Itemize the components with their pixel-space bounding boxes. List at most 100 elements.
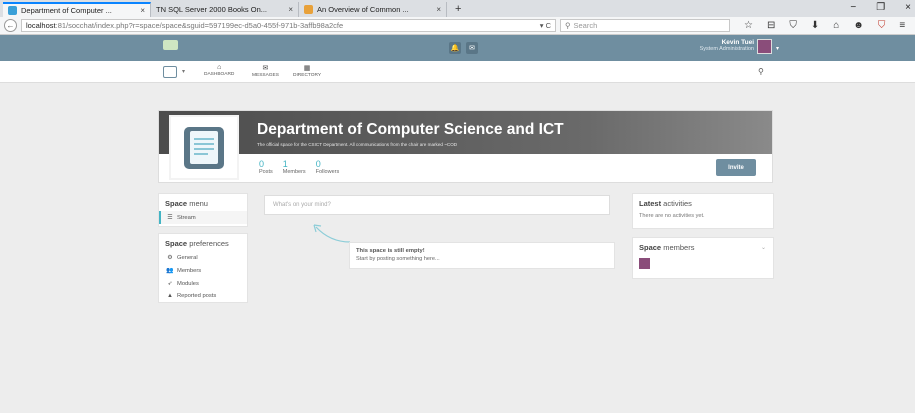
close-tab-icon[interactable]: × xyxy=(288,5,293,14)
dashboard-icon: ⌂ xyxy=(217,64,222,71)
nav-directory[interactable]: ▦ Directory xyxy=(293,64,321,78)
post-input[interactable]: What's on your mind? xyxy=(264,195,610,215)
invite-button[interactable]: Invite xyxy=(716,159,756,176)
emoji-icon[interactable]: ☻ xyxy=(853,20,864,31)
menu-item-label: Modules xyxy=(177,280,199,287)
curved-arrow-icon xyxy=(313,224,351,243)
browser-tab-2[interactable]: TN SQL Server 2000 Books On... × xyxy=(151,2,299,17)
notification-icon[interactable]: 🔔 xyxy=(449,42,461,54)
panel-title: Space members xyxy=(639,243,695,252)
browser-tab-bar: Department of Computer ... × TN SQL Serv… xyxy=(0,0,915,17)
browser-tab-1[interactable]: Department of Computer ... × xyxy=(3,2,151,17)
search-icon: ⚲ xyxy=(565,21,571,30)
close-tab-icon[interactable]: × xyxy=(140,6,145,15)
window-controls: − ❐ × xyxy=(850,2,911,13)
menu-icon[interactable]: ≡ xyxy=(899,20,905,31)
panel-title: Latest activities xyxy=(639,199,692,208)
close-tab-icon[interactable]: × xyxy=(436,5,441,14)
menu-item-members[interactable]: 👥 Members xyxy=(159,264,247,277)
pocket-icon[interactable]: ⛉ xyxy=(789,20,797,31)
space-title: Department of Computer Science and ICT xyxy=(257,121,564,138)
directory-icon: ▦ xyxy=(303,65,311,72)
menu-item-label: General xyxy=(177,254,198,261)
shield-icon[interactable]: ⛉ xyxy=(878,20,886,31)
empty-text: Start by posting something here... xyxy=(356,256,440,262)
stat-number: 0 xyxy=(259,159,265,169)
browser-search-placeholder: Search xyxy=(573,21,598,30)
space-menu-panel: Space menu ☰ Stream xyxy=(158,193,248,227)
new-tab-button[interactable]: + xyxy=(447,2,469,17)
user-role: System Administration xyxy=(699,46,754,52)
reader-icon[interactable]: ⊟ xyxy=(767,20,775,31)
space-subtitle: The official space for the CSICT Departm… xyxy=(257,142,458,147)
gear-icon: ⚙ xyxy=(167,255,173,261)
menu-item-reported-posts[interactable]: ▲ Reported posts xyxy=(159,290,247,302)
url-host: localhost xyxy=(26,21,56,30)
tab-label: An Overview of Common ... xyxy=(317,5,409,14)
chevron-down-icon[interactable]: ▾ xyxy=(182,68,185,75)
app-top-bar: 🔔 ✉ Kevin Tuei System Administration ▾ xyxy=(0,35,915,61)
address-bar[interactable]: localhost:81/socchat/index.php?r=space/s… xyxy=(21,19,556,32)
user-menu-caret-icon[interactable]: ▾ xyxy=(776,45,779,52)
nav-label: Messages xyxy=(252,73,279,78)
maximize-icon[interactable]: ❐ xyxy=(876,2,885,13)
users-icon: 👥 xyxy=(166,268,174,274)
back-button[interactable]: ← xyxy=(4,19,17,32)
app-logo[interactable] xyxy=(163,40,178,50)
envelope-icon: ✉ xyxy=(262,65,269,72)
warning-icon: ▲ xyxy=(167,293,173,299)
latest-activities-panel: Latest activities There are no activitie… xyxy=(632,193,774,229)
panel-title: Space menu xyxy=(165,199,208,208)
top-bar-icons: 🔔 ✉ xyxy=(449,42,478,54)
search-icon[interactable]: ⚲ xyxy=(758,67,764,76)
stat-label: Members xyxy=(282,169,306,175)
collapse-icon[interactable]: ⌄ xyxy=(761,244,766,251)
space-preferences-panel: Space preferences ⚙ General 👥 Members ➶ … xyxy=(158,233,248,303)
browser-toolbar-icons: ☆ ⊟ ⛉ ⬇ ⌂ ☻ ⛉ ≡ xyxy=(744,20,905,31)
empty-title: This space is still empty! xyxy=(356,248,425,254)
close-window-icon[interactable]: × xyxy=(905,2,911,13)
menu-item-stream[interactable]: ☰ Stream xyxy=(159,211,247,224)
stat-posts[interactable]: 0 Posts xyxy=(259,159,273,175)
space-members-panel: Space members ⌄ xyxy=(632,237,774,279)
stat-label: Posts xyxy=(259,169,273,175)
menu-item-modules[interactable]: ➶ Modules xyxy=(159,277,247,290)
main-navigation: ▾ ⌂ Dashboard ✉ Messages ▦ Directory ⚲ xyxy=(0,61,915,83)
space-chooser-button[interactable] xyxy=(163,66,177,78)
browser-tab-3[interactable]: An Overview of Common ... × xyxy=(299,2,447,17)
menu-item-label: Stream xyxy=(177,214,196,221)
no-activities-text: There are no activities yet. xyxy=(639,213,705,219)
stat-label: Followers xyxy=(315,169,340,175)
member-avatar[interactable] xyxy=(639,258,650,269)
avatar[interactable] xyxy=(757,39,772,54)
nav-dashboard[interactable]: ⌂ Dashboard xyxy=(204,64,234,77)
space-image[interactable] xyxy=(169,115,239,180)
stat-number: 1 xyxy=(282,159,288,169)
space-stats: 0 Posts 1 Members 0 Followers xyxy=(259,159,339,175)
list-icon: ☰ xyxy=(167,215,173,221)
home-icon[interactable]: ⌂ xyxy=(833,20,839,31)
reload-icon[interactable]: ▾ C xyxy=(540,21,551,30)
stat-members[interactable]: 1 Members xyxy=(283,159,306,175)
page-favicon-icon xyxy=(304,5,313,14)
panel-title: Space preferences xyxy=(165,239,229,248)
user-info[interactable]: Kevin Tuei System Administration xyxy=(700,39,754,52)
browser-toolbar: ← localhost:81/socchat/index.php?r=space… xyxy=(0,17,915,35)
nav-label: Directory xyxy=(293,73,322,78)
stat-followers[interactable]: 0 Followers xyxy=(316,159,340,175)
nav-messages[interactable]: ✉ Messages xyxy=(252,64,279,78)
space-header: Department of Computer Science and ICT T… xyxy=(158,110,773,183)
tab-label: TN SQL Server 2000 Books On... xyxy=(156,5,268,14)
document-icon xyxy=(184,126,224,169)
messages-icon[interactable]: ✉ xyxy=(466,42,478,54)
menu-item-general[interactable]: ⚙ General xyxy=(159,251,247,264)
url-path: :81/socchat/index.php?r=space/space&sgui… xyxy=(55,21,344,30)
stat-number: 0 xyxy=(315,159,321,169)
empty-stream-notice: This space is still empty! Start by post… xyxy=(349,242,615,269)
bookmark-star-icon[interactable]: ☆ xyxy=(744,20,753,31)
browser-search-field[interactable]: ⚲ Search xyxy=(560,19,730,32)
download-icon[interactable]: ⬇ xyxy=(811,20,819,31)
user-name: Kevin Tuei xyxy=(721,39,754,46)
minimize-icon[interactable]: − xyxy=(850,2,856,13)
nav-label: Dashboard xyxy=(204,72,235,77)
